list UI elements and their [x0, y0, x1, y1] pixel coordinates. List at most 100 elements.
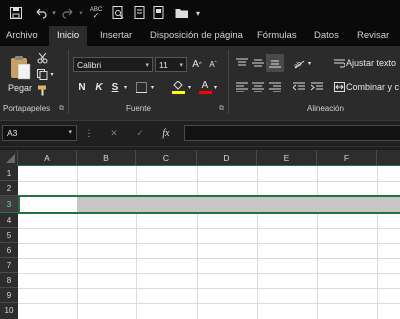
row-header-10[interactable]: 10: [0, 303, 18, 319]
document-icon[interactable]: [152, 5, 166, 21]
row-header-2[interactable]: 2: [0, 181, 18, 196]
more-options-icon[interactable]: ⋮: [85, 126, 94, 140]
align-right-icon[interactable]: [268, 80, 282, 94]
tab-insertar[interactable]: Insertar: [100, 26, 132, 46]
gridline: [18, 228, 400, 229]
column-header-c[interactable]: C: [136, 150, 197, 166]
row-header-3[interactable]: 3: [0, 196, 18, 213]
enter-icon[interactable]: ✓: [134, 126, 146, 140]
alignment-group-label: Alineación: [307, 104, 344, 113]
column-header-g[interactable]: [377, 150, 400, 166]
undo-dropdown-icon[interactable]: ▾: [50, 5, 58, 21]
separator: [228, 50, 229, 114]
row-header-6[interactable]: 6: [0, 243, 18, 258]
font-color-letter-icon: A: [201, 80, 209, 91]
row-header-7[interactable]: 7: [0, 258, 18, 273]
column-header-a[interactable]: A: [18, 150, 77, 166]
font-name-select[interactable]: Calibri ▾: [73, 57, 153, 72]
fill-color-dropdown-icon[interactable]: ▾: [186, 80, 193, 94]
decrease-indent-icon[interactable]: [292, 80, 306, 94]
spellcheck-icon[interactable]: ABC ✓: [88, 5, 104, 21]
font-color-button[interactable]: A: [198, 79, 212, 95]
align-bottom-icon[interactable]: [266, 54, 284, 72]
formula-input[interactable]: [184, 125, 400, 141]
align-top-icon[interactable]: [235, 56, 249, 70]
paint-bucket-icon: [173, 80, 183, 90]
align-left-icon[interactable]: [235, 80, 249, 94]
selection-border: [18, 195, 400, 214]
open-folder-icon[interactable]: [174, 5, 190, 21]
print-preview-icon[interactable]: [111, 5, 125, 21]
gridline: [18, 273, 400, 274]
borders-dropdown-icon[interactable]: ▾: [149, 80, 156, 94]
tab-disposicion[interactable]: Disposición de página: [150, 26, 243, 46]
grow-arrow-icon: ^: [198, 61, 202, 68]
grow-font-button[interactable]: A ^: [191, 57, 203, 72]
increase-indent-icon[interactable]: [310, 80, 324, 94]
wrap-text-button[interactable]: Ajustar texto: [346, 56, 396, 70]
borders-icon[interactable]: [134, 80, 148, 94]
orientation-icon[interactable]: ab: [292, 56, 306, 70]
column-header-e[interactable]: E: [257, 150, 317, 166]
shrink-font-button[interactable]: Aˇ: [207, 57, 219, 72]
paste-button[interactable]: Pegar: [6, 52, 34, 96]
copy-icon[interactable]: [36, 68, 48, 80]
orientation-dropdown-icon[interactable]: ▾: [306, 56, 313, 70]
merge-center-button[interactable]: Combinar y c: [346, 80, 399, 94]
font-launcher-icon[interactable]: ⧉: [219, 105, 224, 113]
format-painter-icon[interactable]: [133, 5, 147, 21]
gridline: [377, 166, 378, 319]
column-header-b[interactable]: B: [77, 150, 136, 166]
undo-icon[interactable]: [34, 5, 48, 21]
column-header-f[interactable]: F: [317, 150, 377, 166]
redo-icon[interactable]: [61, 5, 75, 21]
save-icon[interactable]: [9, 5, 23, 21]
align-middle-icon[interactable]: [251, 56, 265, 70]
chevron-down-icon: ▾: [68, 129, 72, 136]
gridline: [257, 166, 258, 319]
row-header-5[interactable]: 5: [0, 228, 18, 243]
tab-revisar[interactable]: Revisar: [357, 26, 389, 46]
bold-button[interactable]: N: [76, 80, 88, 94]
redo-dropdown-icon[interactable]: ▾: [77, 5, 85, 21]
fill-color-button[interactable]: [171, 79, 185, 95]
row-header-9[interactable]: 9: [0, 288, 18, 303]
select-all-corner[interactable]: [0, 150, 18, 166]
gridline: [18, 303, 400, 304]
underline-button[interactable]: S: [109, 80, 121, 94]
clipboard-launcher-icon[interactable]: ⧉: [59, 105, 64, 113]
font-name-value: Calibri: [77, 60, 102, 70]
cancel-icon[interactable]: ✕: [108, 126, 120, 140]
gridline: [18, 181, 400, 182]
formula-bar: A3 ▾ ⋮ ✕ ✓ fx: [0, 121, 400, 147]
underline-dropdown-icon[interactable]: ▾: [122, 80, 129, 94]
font-color-swatch: [198, 91, 212, 94]
row-header-4[interactable]: 4: [0, 213, 18, 228]
row-header-1[interactable]: 1: [0, 166, 18, 181]
name-box[interactable]: A3 ▾: [2, 125, 77, 141]
column-header-d[interactable]: D: [197, 150, 257, 166]
copy-dropdown-icon[interactable]: ▾: [49, 68, 55, 80]
insert-function-icon[interactable]: fx: [158, 126, 174, 140]
font-group-label: Fuente: [126, 104, 151, 113]
tab-archivo[interactable]: Archivo: [6, 26, 38, 46]
merge-center-icon[interactable]: [333, 80, 345, 94]
font-size-value: 11: [159, 60, 168, 70]
gridline: [18, 258, 400, 259]
tab-formulas[interactable]: Fórmulas: [257, 26, 297, 46]
tab-datos[interactable]: Datos: [314, 26, 339, 46]
svg-text:ab: ab: [293, 60, 303, 69]
gridline: [136, 166, 137, 319]
tab-inicio[interactable]: Inicio: [49, 26, 88, 46]
align-center-icon[interactable]: [251, 80, 265, 94]
customize-icon[interactable]: ▾: [194, 5, 202, 21]
row-header-8[interactable]: 8: [0, 273, 18, 288]
chevron-down-icon: ▾: [145, 62, 149, 69]
italic-button[interactable]: K: [93, 80, 105, 94]
cut-icon[interactable]: [36, 52, 48, 64]
gridline: [317, 166, 318, 319]
font-size-select[interactable]: 11 ▾: [155, 57, 187, 72]
wrap-text-icon[interactable]: [333, 56, 345, 70]
font-color-dropdown-icon[interactable]: ▾: [212, 80, 219, 94]
format-painter-brush-icon[interactable]: [36, 84, 48, 96]
